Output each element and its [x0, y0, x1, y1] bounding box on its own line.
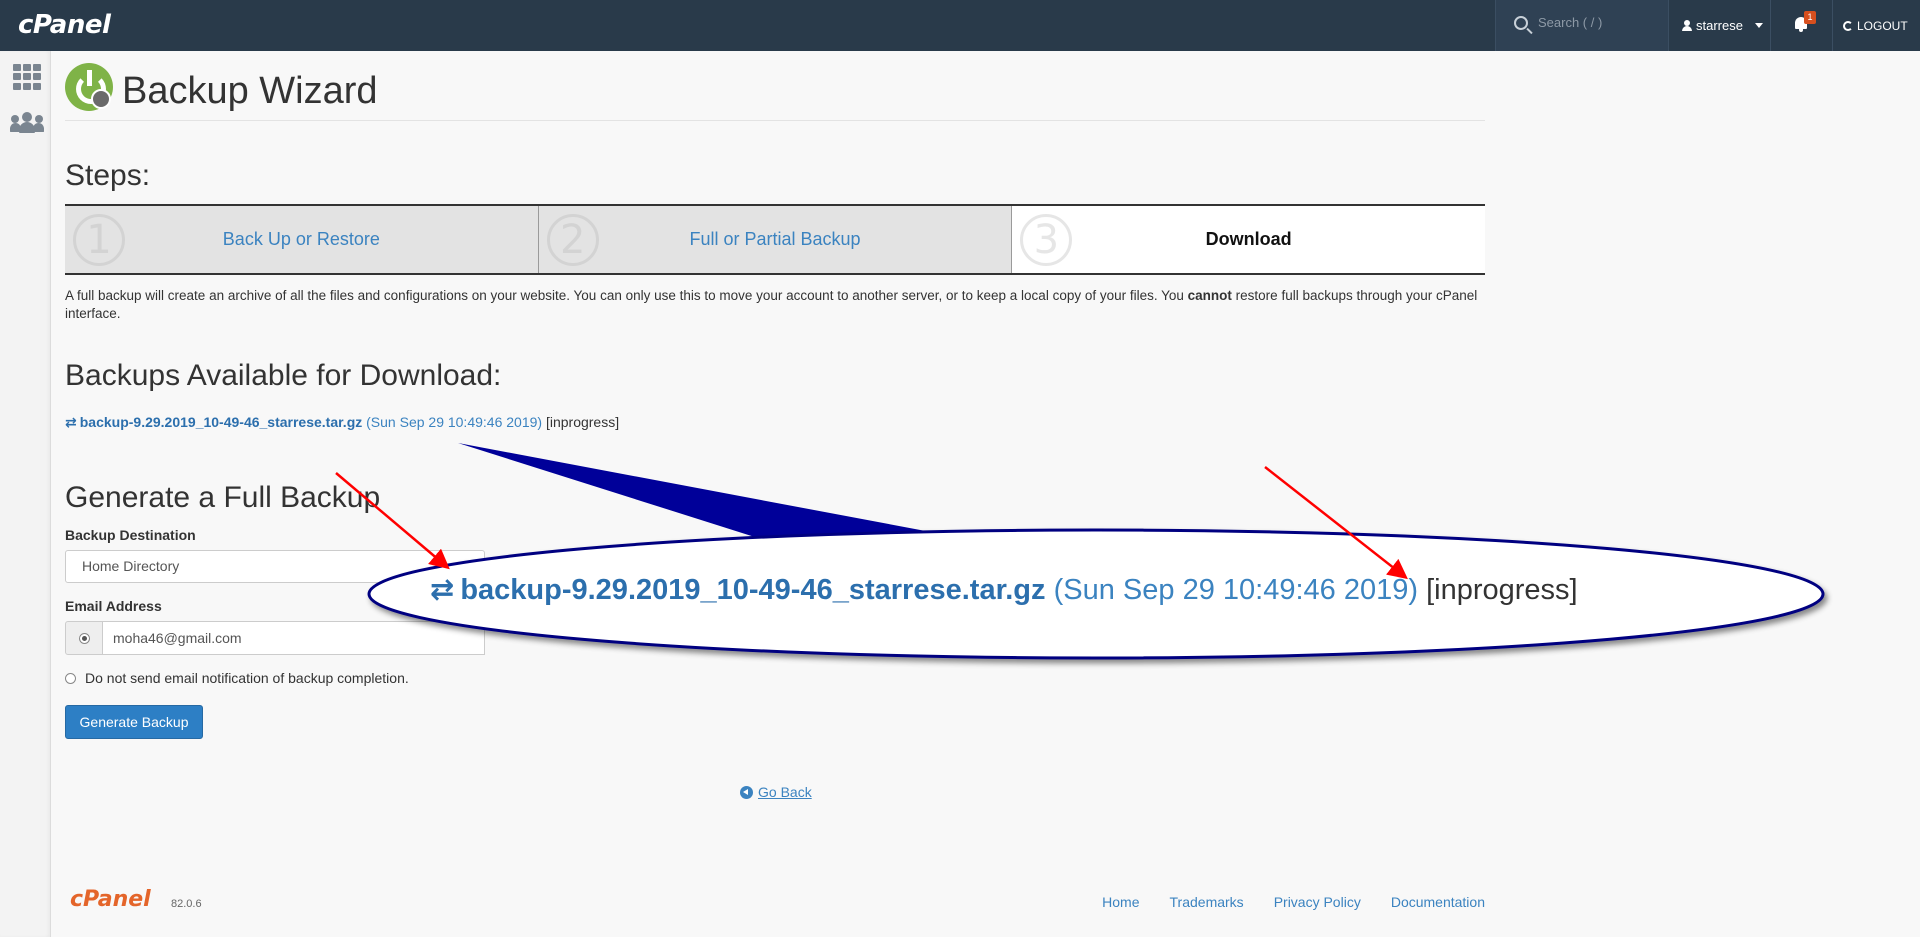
backups-available-heading: Backups Available for Download:	[65, 359, 502, 392]
steps-heading: Steps:	[65, 159, 151, 192]
backup-wizard-icon	[65, 63, 113, 111]
user-icon	[1682, 20, 1692, 31]
footer-cpanel-logo: cPanel	[70, 887, 151, 912]
transfer-icon: ⇄	[430, 574, 455, 606]
generate-backup-button[interactable]: Generate Backup	[65, 705, 203, 739]
footer-links: Home Trademarks Privacy Policy Documenta…	[1102, 894, 1485, 910]
divider	[65, 120, 1485, 121]
footer-link-privacy-policy[interactable]: Privacy Policy	[1274, 894, 1361, 910]
notification-badge: 1	[1804, 11, 1816, 24]
backup-date: (Sun Sep 29 10:49:46 2019)	[366, 414, 543, 430]
notifications-button[interactable]: 1	[1770, 0, 1832, 51]
left-sidebar	[0, 51, 51, 937]
top-navbar: cPanel starrese 1 LOGOUT	[0, 0, 1920, 51]
email-radio-addon[interactable]	[65, 621, 103, 655]
backup-download-link[interactable]: backup-9.29.2019_10-49-46_starrese.tar.g…	[80, 414, 363, 430]
full-backup-description: A full backup will create an archive of …	[65, 287, 1485, 323]
red-arrow-right	[1264, 466, 1408, 580]
page-title: Backup Wizard	[122, 70, 378, 112]
users-icon[interactable]	[10, 111, 44, 135]
search-box[interactable]	[1495, 0, 1668, 51]
generate-backup-heading: Generate a Full Backup	[65, 481, 381, 514]
radio-selected-icon[interactable]	[79, 633, 90, 644]
caret-down-icon	[1754, 23, 1763, 28]
no-email-option[interactable]: Do not send email notification of backup…	[65, 670, 409, 686]
user-menu[interactable]: starrese	[1668, 0, 1770, 51]
email-address-label: Email Address	[65, 598, 162, 614]
backup-destination-select[interactable]: Home Directory	[65, 550, 485, 583]
wizard-steps: 1 Back Up or Restore 2 Full or Partial B…	[65, 204, 1486, 275]
step-label: Download	[1205, 229, 1292, 249]
email-input-group	[65, 621, 485, 655]
description-bold: cannot	[1187, 288, 1232, 303]
logout-label: LOGOUT	[1857, 18, 1908, 33]
no-email-label: Do not send email notification of backup…	[85, 670, 409, 686]
step-number: 1	[73, 214, 125, 266]
footer-link-trademarks[interactable]: Trademarks	[1170, 894, 1244, 910]
step-label[interactable]: Full or Partial Backup	[689, 229, 860, 250]
go-back-label: Go Back	[758, 784, 812, 800]
zoomed-backup-entry: ⇄ backup-9.29.2019_10-49-46_starrese.tar.…	[430, 572, 1578, 607]
back-arrow-icon	[740, 785, 753, 799]
description-text: A full backup will create an archive of …	[65, 288, 1188, 303]
backup-status: [inprogress]	[545, 414, 620, 430]
footer-link-documentation[interactable]: Documentation	[1391, 894, 1485, 910]
email-field[interactable]	[103, 621, 485, 655]
step-label[interactable]: Back Up or Restore	[223, 229, 380, 250]
zoomed-backup-date: (Sun Sep 29 10:49:46 2019)	[1053, 574, 1418, 606]
radio-unselected-icon[interactable]	[65, 672, 76, 684]
cpanel-version: 82.0.6	[171, 898, 202, 910]
zoomed-backup-filename: backup-9.29.2019_10-49-46_starrese.tar.g…	[460, 574, 1046, 606]
search-icon	[1514, 16, 1528, 30]
search-input[interactable]	[1538, 15, 1658, 30]
go-back-link[interactable]: Go Back	[740, 784, 812, 800]
zoomed-backup-status: [inprogress]	[1426, 574, 1578, 606]
username: starrese	[1696, 18, 1743, 33]
annotation-overlay	[335, 443, 1825, 660]
step-download: 3 Download	[1012, 206, 1486, 273]
callout-pointer	[458, 443, 1000, 545]
step-back-up-or-restore[interactable]: 1 Back Up or Restore	[65, 206, 539, 273]
transfer-icon: ⇄	[65, 414, 77, 430]
step-full-or-partial-backup[interactable]: 2 Full or Partial Backup	[538, 206, 1013, 273]
step-number: 3	[1020, 214, 1073, 266]
logout-icon	[1843, 20, 1853, 31]
logout-button[interactable]: LOGOUT	[1832, 0, 1920, 51]
step-number: 2	[546, 214, 599, 266]
backup-list-item: ⇄ backup-9.29.2019_10-49-46_starrese.tar.…	[65, 414, 619, 431]
apps-grid-icon[interactable]	[13, 64, 41, 90]
backup-destination-label: Backup Destination	[65, 527, 196, 543]
footer-link-home[interactable]: Home	[1102, 894, 1139, 910]
cpanel-logo[interactable]: cPanel	[18, 10, 111, 40]
